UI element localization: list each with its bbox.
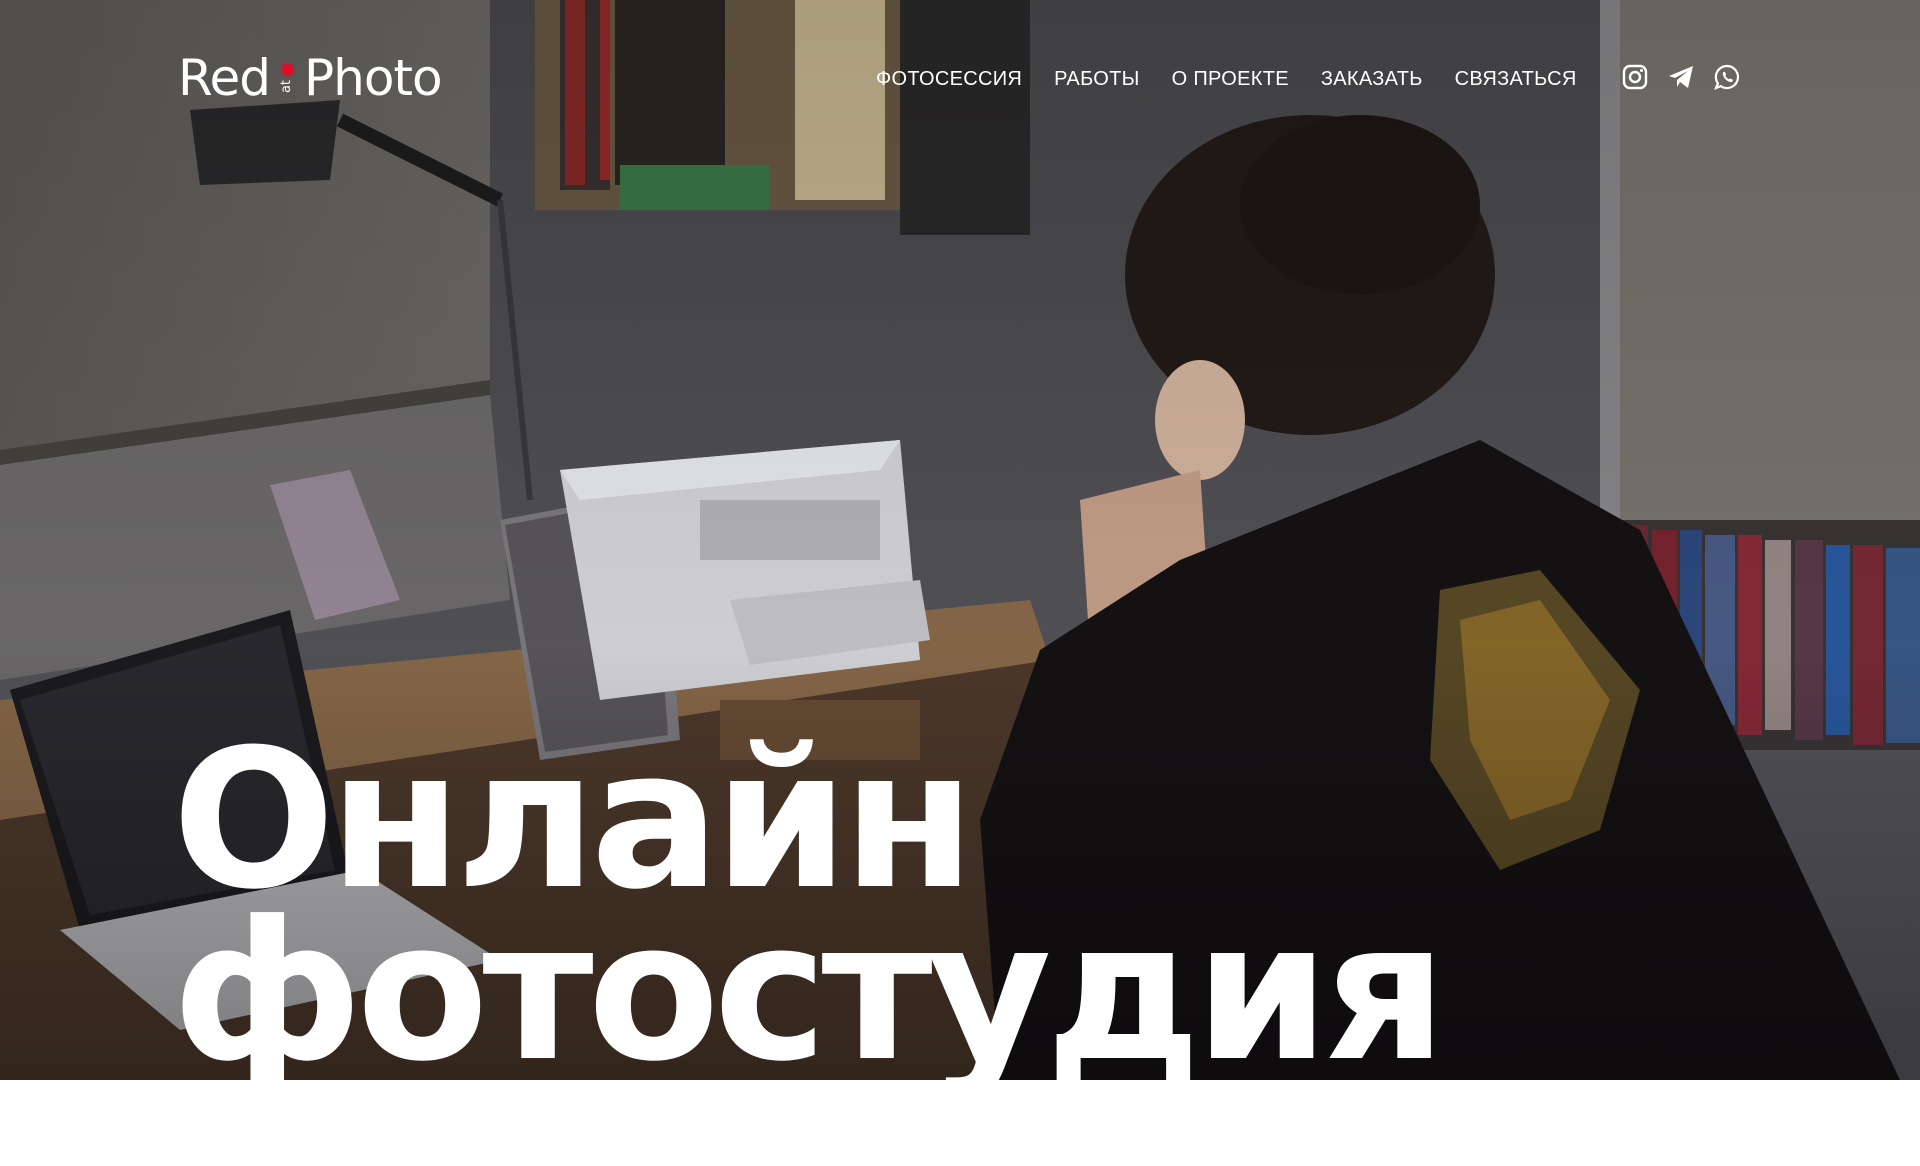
nav-link-about[interactable]: О ПРОЕКТЕ	[1172, 64, 1289, 94]
below-hero-section	[0, 1080, 1920, 1166]
nav-link-order[interactable]: ЗАКАЗАТЬ	[1321, 64, 1423, 94]
main-nav: ФОТОСЕССИЯ РАБОТЫ О ПРОЕКТЕ ЗАКАЗАТЬ СВЯ…	[876, 64, 1609, 94]
nav-link-photoshoot[interactable]: ФОТОСЕССИЯ	[876, 64, 1022, 94]
logo-mark: at	[276, 55, 298, 101]
site-logo[interactable]: Red at Photo	[178, 49, 443, 107]
site-header: Red at Photo ФОТОСЕССИЯ РАБОТЫ О ПРОЕКТЕ…	[0, 0, 1920, 160]
logo-red-dot	[280, 63, 294, 76]
hero-headline: Онлайн фотостудия	[172, 725, 1447, 1081]
nav-link-contact[interactable]: СВЯЗАТЬСЯ	[1455, 64, 1577, 94]
logo-mark-text: at	[279, 79, 295, 94]
logo-text-photo: Photo	[304, 49, 443, 107]
whatsapp-icon[interactable]	[1712, 62, 1742, 92]
telegram-icon[interactable]	[1666, 62, 1696, 92]
logo-text-red: Red	[178, 49, 271, 107]
hero-section: Red at Photo ФОТОСЕССИЯ РАБОТЫ О ПРОЕКТЕ…	[0, 0, 1920, 1080]
nav-link-works[interactable]: РАБОТЫ	[1054, 64, 1140, 94]
instagram-icon[interactable]	[1620, 62, 1650, 92]
hero-headline-line2: фотостудия	[172, 881, 1447, 1081]
social-links	[1620, 62, 1742, 92]
